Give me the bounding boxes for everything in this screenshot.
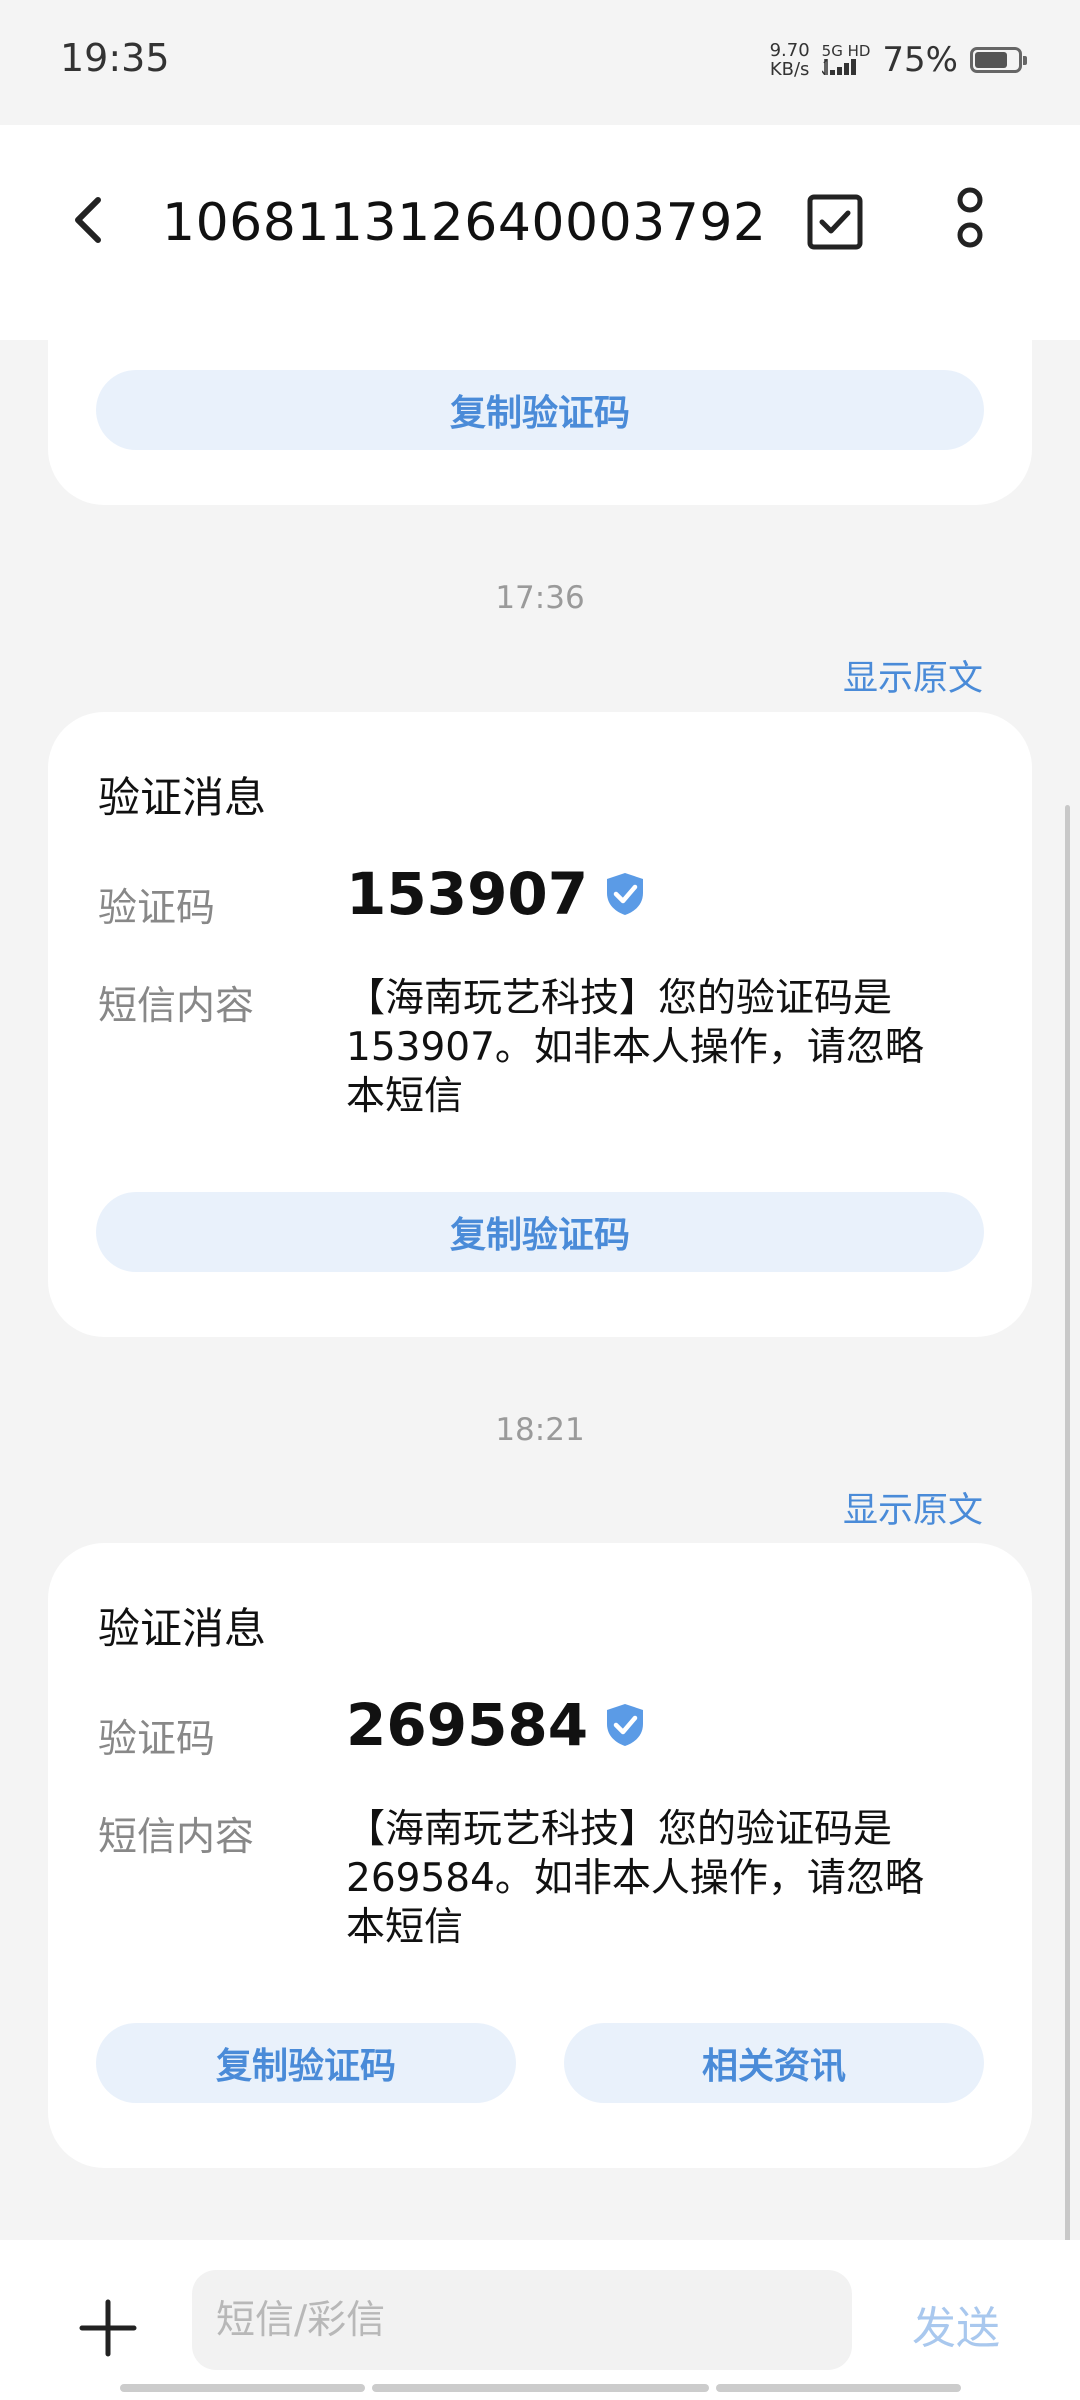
checkbox-icon [807,194,863,250]
copy-code-button[interactable]: 复制验证码 [96,370,984,450]
message-card: 复制验证码 [48,340,1032,505]
card-title: 验证消息 [98,1604,267,1653]
status-bar: 19:35 9.70 KB/s 5G HD 75% [0,0,1080,125]
content-label: 短信内容 [98,1815,255,1860]
select-button[interactable] [800,187,870,257]
more-options-button[interactable] [940,185,1000,257]
card-title: 验证消息 [98,773,267,822]
code-label: 验证码 [98,886,216,931]
content-label: 短信内容 [98,984,255,1029]
message-card: 验证消息 验证码 153907 短信内容 【海南玩艺科技】您的验证码是15390… [48,712,1032,1337]
network-type-label: 5G HD [821,41,871,60]
app-bar: 106811312640003792 [0,125,1080,340]
status-indicators: 9.70 KB/s 5G HD 75% [770,40,1027,80]
plus-icon [79,2299,137,2357]
verified-shield-icon [607,873,644,915]
compose-bar: 发送 [0,2240,1080,2400]
copy-code-button[interactable]: 复制验证码 [96,1192,984,1272]
message-card: 验证消息 验证码 269584 短信内容 【海南玩艺科技】您的验证码是26958… [48,1543,1032,2168]
verification-code-value[interactable]: 153907 [346,860,588,928]
network-speed-value: 9.70 [769,40,810,61]
chevron-left-icon [75,197,101,243]
back-button[interactable] [60,190,120,250]
verification-code[interactable]: 153907 [346,860,646,928]
show-original-link[interactable]: 显示原文 [843,650,983,701]
related-info-button[interactable]: 相关资讯 [564,2023,984,2103]
copy-code-button[interactable]: 复制验证码 [96,2023,516,2103]
verification-code[interactable]: 269584 [346,1691,646,1759]
signal-icon [821,56,856,77]
more-vertical-icon [957,187,983,248]
code-label: 验证码 [98,1717,216,1762]
nav-handle [716,2384,961,2392]
attach-button[interactable] [78,2298,138,2358]
message-input[interactable] [192,2270,852,2370]
nav-handle [372,2384,709,2392]
network-speed-unit: KB/s [769,59,810,80]
battery-icon [970,47,1027,73]
message-list[interactable]: 复制验证码 17:36 显示原文 验证消息 验证码 153907 短信内容 【海… [0,340,1080,2240]
message-timestamp: 17:36 [495,580,585,616]
show-original-link[interactable]: 显示原文 [843,1482,983,1533]
verification-code-value[interactable]: 269584 [346,1691,588,1759]
nav-handle [120,2384,365,2392]
message-content: 【海南玩艺科技】您的验证码是269584。如非本人操作，请忽略本短信 [346,1807,924,1950]
verified-shield-icon [607,1704,644,1746]
conversation-title: 106811312640003792 [162,193,767,253]
status-time: 19:35 [60,36,170,80]
network-speed: 9.70 KB/s [770,41,810,79]
send-button[interactable]: 发送 [912,2292,1000,2356]
network-type: 5G HD [821,41,871,78]
battery-percent: 75% [882,40,958,80]
scrollbar[interactable] [1065,805,1070,2245]
message-content: 【海南玩艺科技】您的验证码是153907。如非本人操作，请忽略本短信 [346,976,924,1119]
message-timestamp: 18:21 [495,1412,585,1448]
